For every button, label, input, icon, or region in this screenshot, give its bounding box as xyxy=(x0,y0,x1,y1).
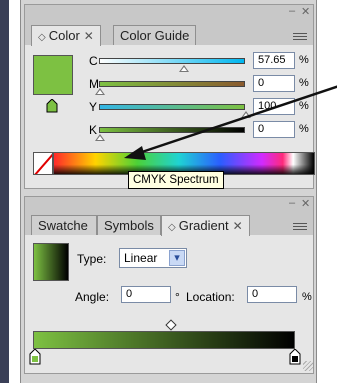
location-input[interactable]: 0 xyxy=(247,286,297,303)
gradient-midpoint-diamond[interactable] xyxy=(165,319,177,331)
tab-swatches-label: Swatche xyxy=(38,218,88,233)
tab-close-icon[interactable]: ✕ xyxy=(233,219,243,233)
gradient-panel: – ✕ Swatche Symbols ◇ Gradient ✕ Type: Lin… xyxy=(24,196,314,374)
location-unit: % xyxy=(302,291,312,303)
tab-diamond-icon: ◇ xyxy=(168,222,176,233)
angle-value: 0 xyxy=(126,288,133,300)
resize-grip-icon[interactable] xyxy=(303,361,313,371)
panel-menu-icon[interactable] xyxy=(293,223,307,233)
tab-symbols-label: Symbols xyxy=(104,218,154,233)
panel-minimize-icon[interactable]: – xyxy=(289,197,295,209)
type-select-value: Linear xyxy=(124,251,158,265)
gradient-stop-start[interactable] xyxy=(29,348,41,365)
tab-gradient-label: Gradient xyxy=(178,218,229,233)
type-label: Type: xyxy=(77,252,107,266)
angle-input[interactable]: 0 xyxy=(121,286,171,303)
tab-swatches[interactable]: Swatche xyxy=(31,215,97,235)
angle-unit: ° xyxy=(175,290,180,304)
chevron-down-icon[interactable]: ▾ xyxy=(169,250,185,266)
panel-close-icon[interactable]: ✕ xyxy=(301,197,310,210)
gradient-stop-end[interactable] xyxy=(289,348,301,365)
gradient-preview-swatch[interactable] xyxy=(33,243,69,281)
location-label: Location: xyxy=(186,290,235,304)
angle-label: Angle: xyxy=(75,290,110,304)
tab-symbols[interactable]: Symbols xyxy=(97,215,161,235)
type-select[interactable]: Linear ▾ xyxy=(119,248,187,268)
tab-gradient[interactable]: ◇ Gradient ✕ xyxy=(161,215,250,236)
gradient-slider-bar[interactable] xyxy=(33,331,295,349)
location-value: 0 xyxy=(252,288,259,300)
